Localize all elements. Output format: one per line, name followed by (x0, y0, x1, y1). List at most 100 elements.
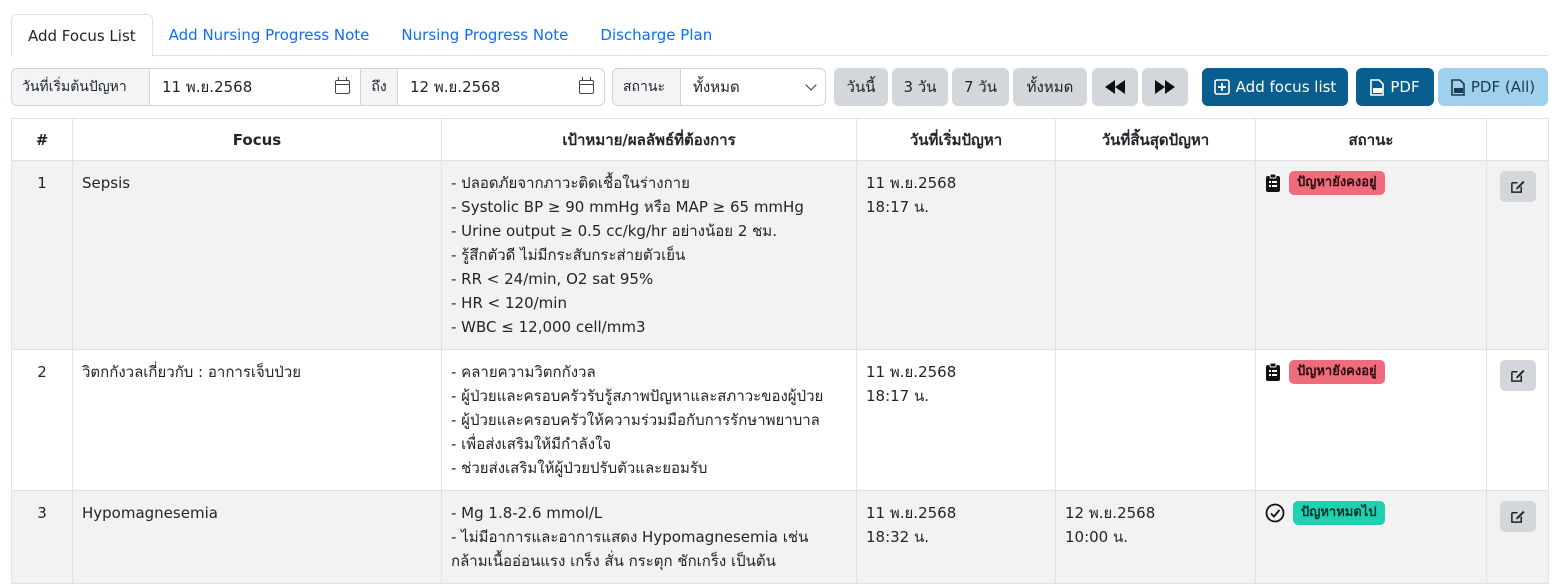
status-cell: ปัญหายังคงอยู่ (1255, 349, 1487, 491)
clipboard-list-icon (1266, 173, 1280, 192)
pdf-all-button[interactable]: PDF (All) (1438, 68, 1548, 106)
goal-line: - RR < 24/min, O2 sat 95% (451, 270, 654, 288)
status-filter-group: สถานะ ทั้งหมด (612, 68, 826, 106)
focus-cell: Hypomagnesemia (72, 490, 442, 584)
clipboard-list-icon (1266, 362, 1280, 381)
start-date-label: วันที่เริ่มต้นปัญหา (12, 69, 150, 105)
start-time: 18:32 น. (866, 528, 930, 546)
row-number: 3 (11, 490, 73, 584)
end-date-cell (1055, 160, 1256, 350)
status-cell: ปัญหาหมดไป (1255, 490, 1487, 584)
status-badge: ปัญหายังคงอยู่ (1289, 360, 1385, 384)
goal-line: - Urine output ≥ 0.5 cc/kg/hr อย่างน้อย … (451, 222, 777, 240)
pdf-all-label: PDF (All) (1470, 78, 1536, 96)
start-date: 11 พ.ย.2568 (866, 504, 957, 522)
file-pdf-icon (1370, 78, 1385, 96)
edit-button[interactable] (1499, 360, 1536, 391)
calendar-icon[interactable] (579, 77, 594, 94)
end-date-cell: 12 พ.ย.2568 10:00 น. (1055, 490, 1256, 584)
tab-add-focus-list[interactable]: Add Focus List (11, 14, 153, 57)
header-goal: เป้าหมาย/ผลลัพธ์ที่ต้องการ (441, 118, 857, 161)
end-time: 10:00 น. (1065, 528, 1129, 546)
tab-discharge-plan[interactable]: Discharge Plan (584, 14, 728, 56)
seven-days-button[interactable]: 7 วัน (952, 68, 1009, 106)
end-date-cell (1055, 349, 1256, 491)
start-date-input[interactable]: 11 พ.ย.2568 (150, 69, 360, 105)
forward-icon (1155, 80, 1175, 94)
start-time: 18:17 น. (866, 198, 930, 216)
date-range-group: วันที่เริ่มต้นปัญหา 11 พ.ย.2568 ถึง 12 พ… (11, 68, 605, 106)
backward-icon (1105, 80, 1125, 94)
goal-line: - HR < 120/min (451, 294, 567, 312)
end-date: 12 พ.ย.2568 (1065, 504, 1156, 522)
status-filter-label: สถานะ (613, 69, 681, 105)
edit-icon (1511, 510, 1525, 523)
goal-cell: - ปลอดภัยจากภาวะติดเชื้อในร่างกาย - Syst… (441, 160, 857, 350)
all-button[interactable]: ทั้งหมด (1013, 68, 1087, 106)
pdf-button[interactable]: PDF (1356, 68, 1434, 106)
file-pdf-icon (1451, 78, 1465, 96)
row-number: 2 (11, 349, 73, 491)
tab-add-nursing-progress-note[interactable]: Add Nursing Progress Note (153, 14, 386, 56)
goal-cell: - คลายความวิตกกังวล - ผู้ป่วยและครอบครัว… (441, 349, 857, 491)
goal-line: - ปลอดภัยจากภาวะติดเชื้อในร่างกาย (451, 174, 690, 192)
check-circle-icon (1265, 503, 1285, 523)
edit-button[interactable] (1499, 501, 1536, 532)
header-num: # (11, 118, 73, 161)
chevron-down-icon (805, 79, 817, 91)
add-focus-list-label: Add focus list (1235, 78, 1337, 96)
header-focus: Focus (72, 118, 442, 161)
status-badge: ปัญหาหมดไป (1293, 501, 1385, 525)
goal-line: - ช่วยส่งเสริมให้ผู้ป่วยปรับตัวและยอมรับ (451, 459, 708, 477)
goal-line: - ไม่มีอาการและอาการแสดง Hypomagnesemia … (451, 528, 809, 570)
status-cell: ปัญหายังคงอยู่ (1255, 160, 1487, 350)
action-cell (1486, 349, 1549, 491)
tab-bar: Add Focus List Add Nursing Progress Note… (11, 14, 1548, 57)
header-start-date: วันที่เริ่มปัญหา (856, 118, 1056, 161)
start-time: 18:17 น. (866, 387, 930, 405)
goal-line: - รู้สึกตัวดี ไม่มีกระสับกระส่ายตัวเย็น (451, 246, 686, 264)
table-row: 1 Sepsis - ปลอดภัยจากภาวะติดเชื้อในร่างก… (11, 160, 1549, 350)
header-status: สถานะ (1255, 118, 1487, 161)
focus-cell: วิตกกังวลเกี่ยวกับ : อาการเจ็บป่วย (72, 349, 442, 491)
start-date-value: 11 พ.ย.2568 (162, 78, 253, 96)
calendar-icon[interactable] (335, 77, 350, 94)
goal-line: - คลายความวิตกกังวล (451, 363, 596, 381)
table-header-row: # Focus เป้าหมาย/ผลลัพธ์ที่ต้องการ วันที… (11, 118, 1549, 161)
header-actions (1486, 118, 1549, 161)
start-date-cell: 11 พ.ย.2568 18:17 น. (856, 160, 1056, 350)
previous-button[interactable] (1092, 68, 1138, 106)
start-date: 11 พ.ย.2568 (866, 174, 957, 192)
goal-line: - Systolic BP ≥ 90 mmHg หรือ MAP ≥ 65 mm… (451, 198, 804, 216)
status-badge: ปัญหายังคงอยู่ (1289, 171, 1385, 195)
today-button[interactable]: วันนี้ (834, 68, 888, 106)
focus-list-table: # Focus เป้าหมาย/ผลลัพธ์ที่ต้องการ วันที… (11, 118, 1549, 584)
action-cell (1486, 160, 1549, 350)
action-cell (1486, 490, 1549, 584)
header-end-date: วันที่สิ้นสุดปัญหา (1055, 118, 1256, 161)
edit-button[interactable] (1499, 171, 1536, 202)
status-select-value: ทั้งหมด (693, 78, 740, 96)
three-days-button[interactable]: 3 วัน (892, 68, 948, 106)
goal-line: - เพื่อส่งเสริมให้มีกำลังใจ (451, 435, 612, 453)
focus-cell: Sepsis (72, 160, 442, 350)
pdf-label: PDF (1390, 78, 1420, 96)
status-select[interactable]: ทั้งหมด (681, 69, 825, 105)
goal-cell: - Mg 1.8-2.6 mmol/L - ไม่มีอาการและอาการ… (441, 490, 857, 584)
end-date-input[interactable]: 12 พ.ย.2568 (398, 69, 604, 105)
table-row: 3 Hypomagnesemia - Mg 1.8-2.6 mmol/L - ไ… (11, 490, 1549, 584)
goal-line: - WBC ≤ 12,000 cell/mm3 (451, 318, 646, 336)
start-date-cell: 11 พ.ย.2568 18:32 น. (856, 490, 1056, 584)
add-focus-list-button[interactable]: Add focus list (1202, 68, 1348, 106)
edit-icon (1511, 369, 1525, 382)
start-date-cell: 11 พ.ย.2568 18:17 น. (856, 349, 1056, 491)
table-row: 2 วิตกกังวลเกี่ยวกับ : อาการเจ็บป่วย - ค… (11, 349, 1549, 491)
row-number: 1 (11, 160, 73, 350)
start-date: 11 พ.ย.2568 (866, 363, 957, 381)
next-button[interactable] (1142, 68, 1188, 106)
goal-line: - Mg 1.8-2.6 mmol/L (451, 504, 603, 522)
goal-line: - ผู้ป่วยและครอบครัวให้ความร่วมมือกับการ… (451, 411, 820, 429)
edit-icon (1511, 180, 1525, 193)
plus-square-icon (1213, 79, 1230, 95)
tab-nursing-progress-note[interactable]: Nursing Progress Note (385, 14, 584, 56)
